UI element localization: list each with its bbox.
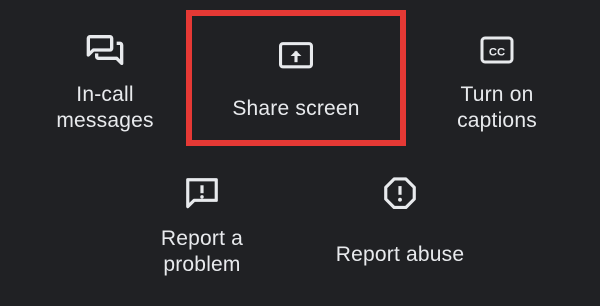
- report-a-problem-label: Report a problem: [160, 227, 244, 276]
- in-call-messages-label: In-call messages: [56, 83, 154, 132]
- share-screen-button[interactable]: Share screen: [186, 10, 406, 146]
- turn-on-captions-label: Turn on captions: [457, 83, 537, 132]
- chat-bubbles-icon: [83, 28, 127, 72]
- feedback-icon: [180, 172, 224, 216]
- report-a-problem-button[interactable]: Report a problem: [140, 172, 264, 278]
- svg-text:CC: CC: [489, 46, 505, 58]
- turn-on-captions-button[interactable]: CC Turn on captions: [432, 28, 562, 134]
- report-abuse-label: Report abuse: [335, 243, 465, 266]
- in-call-messages-button[interactable]: In-call messages: [40, 28, 170, 134]
- share-screen-label: Share screen: [232, 97, 360, 120]
- report-abuse-button[interactable]: Report abuse: [320, 172, 480, 268]
- report-octagon-icon: [378, 172, 422, 216]
- closed-captions-icon: CC: [475, 28, 519, 72]
- present-screen-icon: [274, 34, 318, 78]
